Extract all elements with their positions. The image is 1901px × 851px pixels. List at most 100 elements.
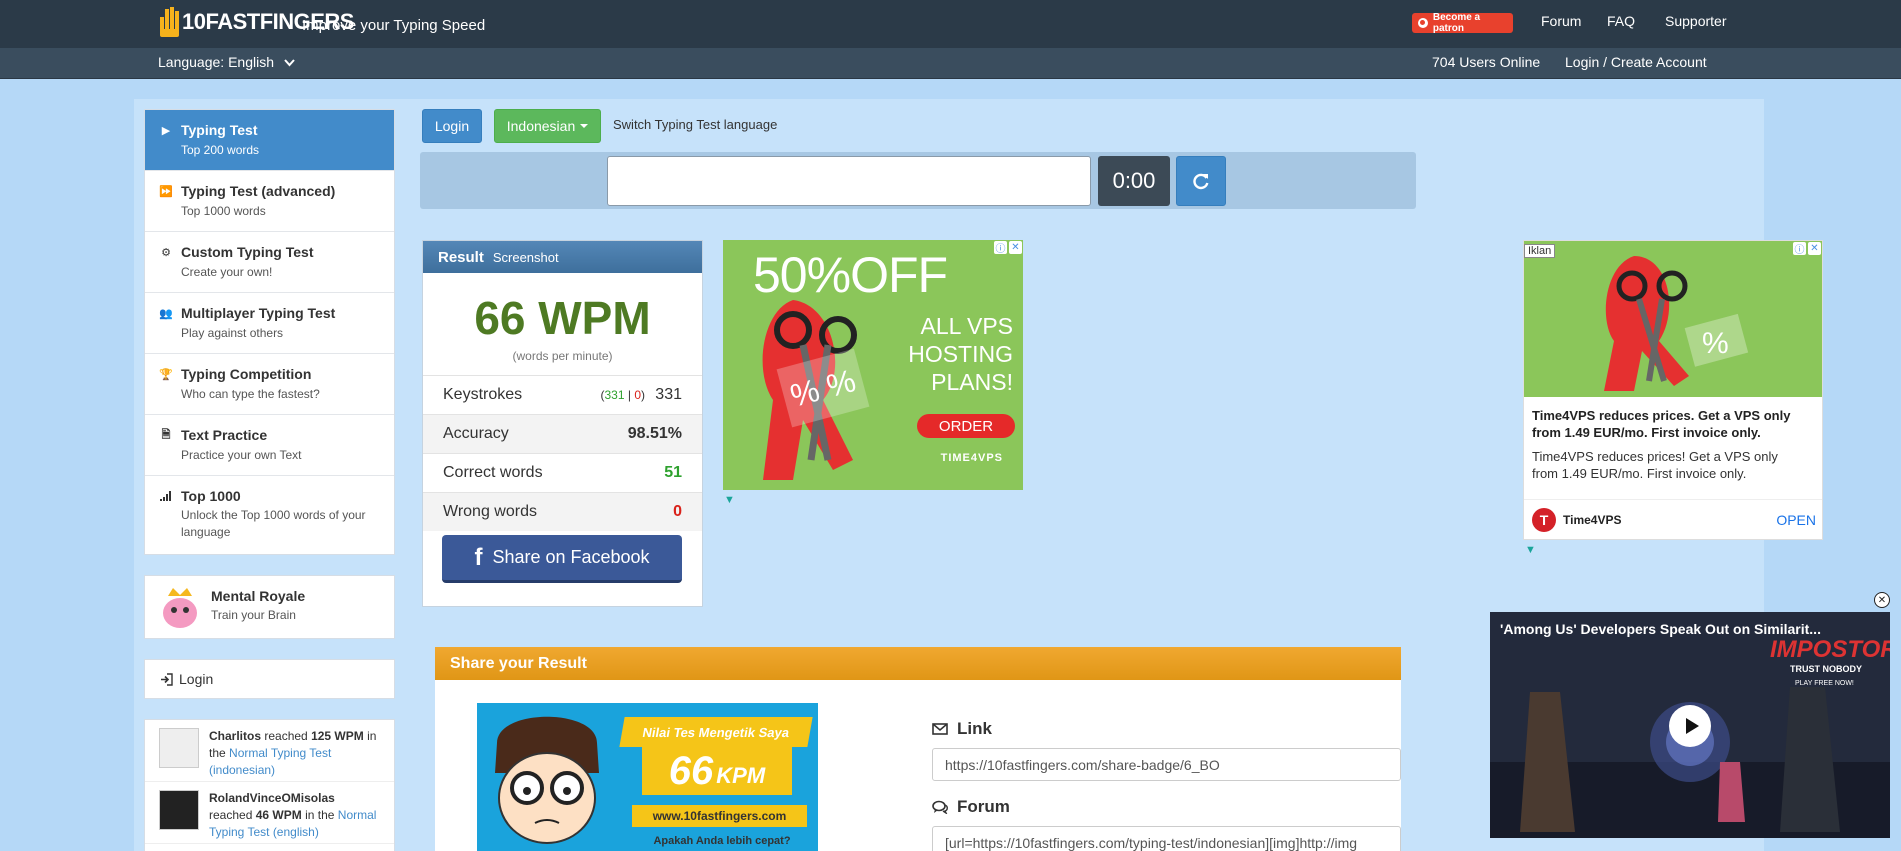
svg-text:TRUST NOBODY: TRUST NOBODY (1790, 664, 1862, 674)
activity-text: RolandVinceOMisolas reached 46 WPM in th… (209, 790, 379, 843)
refresh-button[interactable] (1176, 156, 1226, 206)
badge-score: 66 KPM (642, 747, 792, 795)
sidebar-item-sub: Play against others (181, 326, 284, 340)
forum-label: Forum (932, 797, 1010, 817)
adchoices-icon[interactable]: ▼ (724, 494, 735, 506)
fast-forward-icon: ⏩ (159, 185, 173, 198)
video-title: 'Among Us' Developers Speak Out on Simil… (1500, 621, 1821, 637)
users-online: 704 Users Online (1432, 54, 1541, 70)
advertisement-banner[interactable]: 50%OFF % % ALL VPS HOSTING PLANS! ORDER TI… (723, 240, 1023, 490)
ad-lines: ALL VPS HOSTING PLANS! (908, 313, 1013, 395)
sidebar-menu: ▶ Typing Test Top 200 words ⏩ Typing Test … (144, 109, 395, 555)
ad-card-description: Time4VPS reduces prices! Get a VPS only … (1532, 449, 1778, 481)
adchoices-icon[interactable]: ▼ (1525, 544, 1536, 556)
play-icon[interactable] (1669, 705, 1711, 747)
badge-site: www.10fastfingers.com (632, 805, 807, 827)
ad-info-icon[interactable]: ⓘ (994, 241, 1007, 255)
stat-label: Accuracy (443, 425, 509, 442)
ad-card-mascot: % (1604, 256, 1749, 391)
sidebar-item-sub: Top 1000 words (181, 204, 266, 218)
comments-icon (932, 800, 948, 814)
activity-text: Charlitos reached 125 WPM in the Normal … (209, 728, 379, 781)
video-close-icon[interactable]: ✕ (1874, 592, 1890, 608)
login-button[interactable]: Login (422, 109, 482, 143)
users-icon: 👥 (159, 307, 173, 320)
sidebar-item-typing-competition[interactable]: 🏆 Typing Competition Who can type the fas… (145, 354, 394, 415)
sidebar: ▶ Typing Test Top 200 words ⏩ Typing Test … (144, 109, 395, 851)
sidebar-item-typing-test-advanced[interactable]: ⏩ Typing Test (advanced) Top 1000 words (145, 171, 394, 232)
time4vps-logo-icon: T (1532, 507, 1556, 532)
hand-logo-icon (158, 5, 180, 39)
result-box: Result Screenshot 66 WPM (words per minu… (422, 240, 703, 607)
cogs-icon: ⚙ (161, 246, 171, 259)
stat-row-keystrokes: Keystrokes (331 | 0) 331 (423, 375, 702, 414)
badge-title: Nilai Tes Mengetik Saya (619, 717, 813, 747)
sidebar-item-multiplayer[interactable]: 👥 Multiplayer Typing Test Play against ot… (145, 293, 394, 354)
sidebar-item-custom-typing-test[interactable]: ⚙ Custom Typing Test Create your own! (145, 232, 394, 293)
switch-language-label: Switch Typing Test language (613, 117, 778, 132)
share-facebook-button[interactable]: f Share on Facebook (442, 535, 682, 583)
activity-verb: reached (264, 729, 308, 743)
sidebar-item-sub: Who can type the fastest? (181, 387, 320, 401)
activity-user[interactable]: RolandVinceOMisolas (209, 791, 335, 805)
sidebar-item-title: Custom Typing Test (181, 244, 314, 260)
sidebar-item-text-practice[interactable]: 🗎 Text Practice Practice your own Text (145, 415, 394, 476)
sidebar-item-typing-test[interactable]: ▶ Typing Test Top 200 words (145, 110, 394, 171)
ad-open-button[interactable]: OPEN (1776, 512, 1816, 528)
video-player[interactable]: IMPOSTORS TRUST NOBODY PLAY FREE NOW! 'A… (1490, 612, 1890, 838)
svg-text:%: % (1702, 327, 1729, 360)
share-result-panel: Share your Result Nilai Tes Mengetik Say… (435, 647, 1401, 851)
facebook-label: Share on Facebook (492, 547, 650, 567)
share-forum-input[interactable]: [url=https://10fastfingers.com/typing-te… (932, 826, 1401, 851)
mental-royale-title: Mental Royale (211, 588, 306, 604)
stat-value: 0 (673, 503, 682, 520)
activity-test-link[interactable]: Normal Typing Test (indonesian) (209, 746, 331, 777)
share-link-input[interactable]: https://10fastfingers.com/share-badge/6_… (932, 748, 1401, 781)
ad-card-brand: Time4VPS (1563, 512, 1622, 527)
ad-close-icon[interactable]: ✕ (1009, 241, 1022, 254)
nav-faq[interactable]: FAQ (1607, 13, 1635, 29)
sidebar-item-title: Multiplayer Typing Test (181, 305, 336, 321)
sidebar-login[interactable]: Login (144, 659, 395, 699)
ad-card-title[interactable]: Time4VPS reduces prices. Get a VPS only … (1524, 397, 1822, 441)
patron-label: Become a patron (1432, 12, 1481, 34)
refresh-icon (1193, 173, 1209, 190)
facebook-icon: f (474, 543, 483, 571)
language-dropdown-button[interactable]: Indonesian (494, 109, 601, 143)
login-create-account-link[interactable]: Login / Create Account (1565, 54, 1707, 70)
tagline: Improve your Typing Speed (302, 17, 486, 34)
typing-input[interactable] (607, 156, 1091, 206)
timer: 0:00 (1098, 156, 1170, 206)
badge-character-image (495, 716, 599, 844)
sign-in-icon (159, 672, 173, 686)
language-selector[interactable]: Language: English (158, 54, 295, 70)
nav-forum[interactable]: Forum (1541, 13, 1581, 29)
result-header: Result Screenshot (423, 241, 702, 273)
chevron-down-icon (284, 59, 295, 67)
become-patron-button[interactable]: Become a patron (1412, 12, 1513, 34)
document-icon: 🗎 (161, 428, 171, 441)
stat-row-correct-words: Correct words 51 (423, 453, 702, 492)
screenshot-tab[interactable]: Screenshot (493, 250, 559, 265)
stat-value: 331 (655, 386, 682, 403)
sidebar-item-title: Top 1000 (181, 488, 241, 504)
mental-royale-sub: Train your Brain (211, 608, 296, 622)
sidebar-item-title: Typing Test (181, 122, 258, 138)
caret-down-icon (580, 124, 589, 128)
sidebar-item-top-1000[interactable]: Top 1000 Unlock the Top 1000 words of yo… (145, 476, 394, 554)
avatar[interactable] (159, 790, 199, 830)
advertisement-card[interactable]: % Iklan ⓘ ✕ Time4VPS reduces prices. Get… (1523, 240, 1823, 540)
activity-user[interactable]: Charlitos (209, 729, 261, 743)
ad-order-button[interactable]: ORDER (917, 414, 1015, 438)
avatar[interactable] (159, 728, 199, 768)
share-badge-image[interactable]: Nilai Tes Mengetik Saya 66 KPM www.10fas… (477, 703, 818, 851)
ad-info-icon[interactable]: ⓘ (1793, 242, 1806, 256)
nav-supporter[interactable]: Supporter (1665, 13, 1726, 29)
stat-value: 51 (664, 464, 682, 481)
ad-close-icon[interactable]: ✕ (1808, 242, 1821, 255)
sidebar-item-sub: Practice your own Text (181, 448, 302, 462)
mental-royale-card[interactable]: Mental Royale Train your Brain (144, 575, 395, 639)
play-icon: ▶ (161, 124, 171, 137)
ad-tag: Iklan (1524, 244, 1556, 258)
ad-card-footer: T Time4VPS OPEN (1524, 499, 1822, 539)
